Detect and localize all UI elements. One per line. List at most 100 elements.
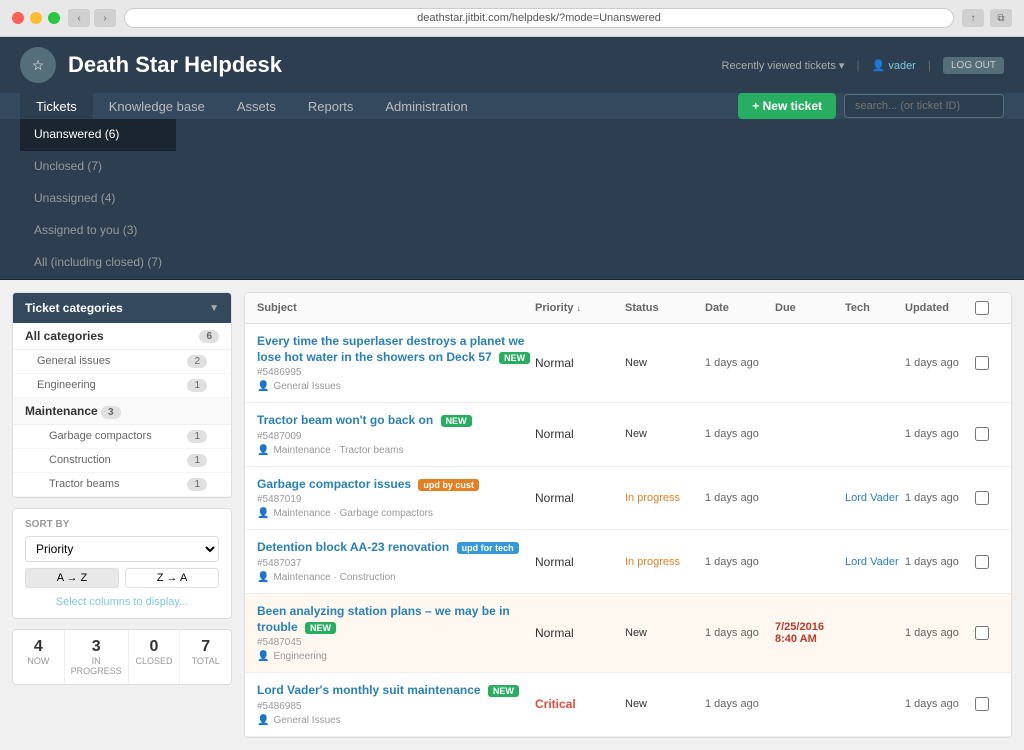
stat-num: 0 [135,638,174,656]
ticket-updated: 1 days ago [905,556,975,568]
stat-num: 4 [19,638,58,656]
ticket-checkbox[interactable] [975,626,989,640]
ticket-updated: 1 days ago [905,428,975,440]
stat-item-closed[interactable]: 0CLOSED [129,630,181,684]
sub-nav: Unanswered (6)Unclosed (7)Unassigned (4)… [0,119,1024,280]
ticket-updated: 1 days ago [905,627,975,639]
person-icon: 👤 [257,381,269,392]
ticket-category: Maintenance · Construction [273,572,395,583]
stat-item-now[interactable]: 4NOW [13,630,65,684]
ticket-checkbox[interactable] [975,427,989,441]
sub-nav-item[interactable]: Unassigned (4) [20,183,176,215]
ticket-date: 1 days ago [705,556,775,568]
ticket-category: Maintenance · Garbage compactors [273,508,433,519]
ticket-priority: Critical [535,697,625,711]
recently-viewed-button[interactable]: Recently viewed tickets ▾ [722,59,845,72]
sub-nav-item[interactable]: Assigned to you (3) [20,215,176,247]
ticket-updated: 1 days ago [905,492,975,504]
category-sub-item[interactable]: General issues2 [13,350,231,374]
ticket-checkbox[interactable] [975,555,989,569]
sort-direction: A → Z Z → A [25,568,219,588]
ticket-updated: 1 days ago [905,698,975,710]
category-all[interactable]: All categories6 [13,323,231,350]
ticket-date: 1 days ago [705,428,775,440]
sort-desc-button[interactable]: Z → A [125,568,219,588]
badge-new: NEW [488,685,519,697]
share-button[interactable]: ↑ [962,9,984,27]
ticket-subject-link[interactable]: Detention block AA-23 renovation [257,540,449,554]
sort-asc-button[interactable]: A → Z [25,568,119,588]
nav-item-administration[interactable]: Administration [369,89,483,124]
user-icon: 👤 [872,60,886,72]
col-priority[interactable]: Priority ↓ [535,302,625,314]
ticket-subject-link[interactable]: Garbage compactor issues [257,477,411,491]
nav-item-reports[interactable]: Reports [292,89,370,124]
ticket-category: General Issues [273,715,340,726]
ticket-subject-link[interactable]: Been analyzing station plans – we may be… [257,604,510,634]
ticket-date: 1 days ago [705,698,775,710]
stat-label: TOTAL [186,656,225,666]
stat-item-total[interactable]: 7TOTAL [180,630,231,684]
address-bar[interactable]: deathstar.jitbit.com/helpdesk/?mode=Unan… [124,8,954,28]
ticket-category: General Issues [273,381,340,392]
maximize-button[interactable] [48,12,60,24]
header-right: Recently viewed tickets ▾ | 👤 vader | LO… [722,57,1004,74]
tab-button[interactable]: ⧉ [990,9,1012,27]
table-row: Lord Vader's monthly suit maintenance NE… [245,673,1011,737]
sub-nav-item[interactable]: All (including closed) (7) [20,247,176,279]
forward-button[interactable]: › [94,9,116,27]
search-input[interactable] [844,94,1004,118]
window-chrome: ‹ › deathstar.jitbit.com/helpdesk/?mode=… [0,0,1024,37]
stat-item-in progress[interactable]: 3IN PROGRESS [65,630,129,684]
ticket-subject-link[interactable]: Tractor beam won't go back on [257,413,433,427]
ticket-checkbox[interactable] [975,491,989,505]
select-columns-link[interactable]: Select columns to display... [25,596,219,608]
category-list: All categories6General issues2Engineerin… [13,323,231,497]
minimize-button[interactable] [30,12,42,24]
category-subsub-item[interactable]: Tractor beams1 [13,473,231,497]
tickets-area: Subject Priority ↓ Status Date Due Tech … [244,292,1012,738]
filter-icon[interactable]: ▼ [209,303,219,314]
category-group[interactable]: Maintenance 3 [13,398,231,425]
ticket-subject-cell: Been analyzing station plans – we may be… [257,604,535,662]
ticket-priority: Normal [535,555,625,569]
sub-nav-item[interactable]: Unanswered (6) [20,119,176,151]
close-button[interactable] [12,12,24,24]
ticket-id: #5486995 [257,367,535,378]
select-all-checkbox[interactable] [975,301,989,315]
logout-button[interactable]: LOG OUT [943,57,1004,74]
category-sub-item[interactable]: Engineering1 [13,374,231,398]
ticket-checkbox[interactable] [975,697,989,711]
ticket-date: 1 days ago [705,627,775,639]
sub-nav-item[interactable]: Unclosed (7) [20,151,176,183]
brand: ☆ Death Star Helpdesk [20,47,282,83]
ticket-subject-link[interactable]: Every time the superlaser destroys a pla… [257,334,524,364]
nav-item-assets[interactable]: Assets [221,89,292,124]
ticket-subject-link[interactable]: Lord Vader's monthly suit maintenance [257,683,481,697]
badge-upd-cust: upd by cust [418,479,479,491]
ticket-status: New [625,698,705,710]
ticket-status: In progress [625,492,705,504]
sort-select[interactable]: Priority [25,536,219,562]
brand-title: Death Star Helpdesk [68,52,282,78]
ticket-tech[interactable]: Lord Vader [845,556,905,568]
category-subsub-item[interactable]: Construction1 [13,449,231,473]
category-subsub-item[interactable]: Garbage compactors1 [13,425,231,449]
ticket-id: #5487045 [257,637,535,648]
sidebar-header: Ticket categories ▼ [13,293,231,323]
nav-right: + New ticket [738,93,1004,119]
back-button[interactable]: ‹ [68,9,90,27]
table-header: Subject Priority ↓ Status Date Due Tech … [245,293,1011,324]
ticket-tech[interactable]: Lord Vader [845,492,905,504]
ticket-checkbox[interactable] [975,356,989,370]
ticket-status: New [625,357,705,369]
ticket-meta: 👤 Maintenance · Garbage compactors [257,508,535,519]
ticket-meta: 👤 General Issues [257,381,535,392]
user-link[interactable]: 👤 vader [872,59,916,72]
new-ticket-button[interactable]: + New ticket [738,93,836,119]
stat-label: NOW [19,656,58,666]
ticket-id: #5487037 [257,558,535,569]
person-icon: 👤 [257,572,269,583]
traffic-lights [12,12,60,24]
category-count: 6 [199,330,219,343]
